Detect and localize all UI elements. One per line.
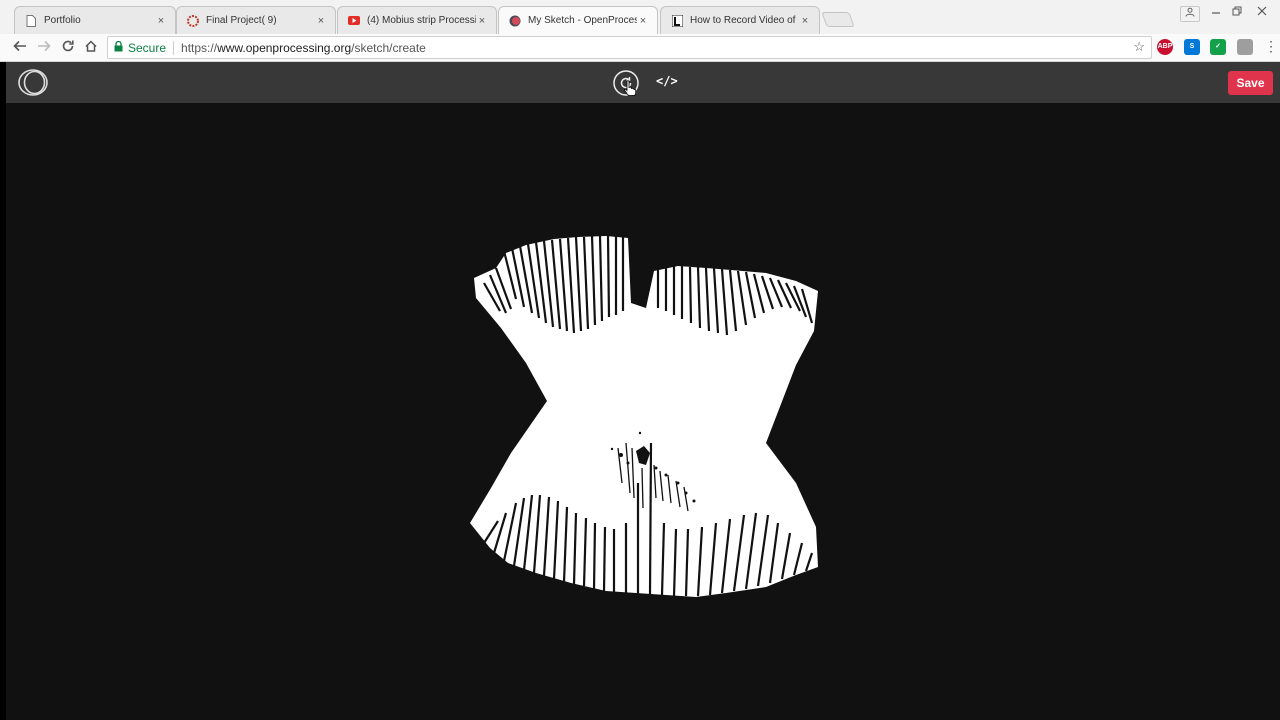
address-bar[interactable]: Secure https://www.openprocessing.org/sk… [107,36,1152,59]
tab-close-icon[interactable]: × [799,15,811,27]
grammarly-icon[interactable]: ✓ [1210,39,1226,55]
profile-icon[interactable] [1180,6,1200,22]
tab-close-icon[interactable]: × [155,15,167,27]
tab-my-sketch[interactable]: My Sketch - OpenProces × [498,6,658,34]
youtube-icon [348,15,360,27]
tab-close-icon[interactable]: × [315,15,327,27]
lock-icon [114,40,126,55]
extension-puzzle-icon[interactable] [1237,39,1253,55]
forward-icon[interactable] [34,38,54,58]
code-editor-button[interactable]: </> [656,74,678,88]
browser-menu-icon[interactable]: ⋮ [1264,38,1278,55]
back-icon[interactable] [10,38,30,58]
reload-icon[interactable] [58,38,78,58]
mobius-sketch-render [470,235,818,597]
new-tab-button[interactable] [821,12,855,27]
tab-final-project[interactable]: Final Project( 9) × [176,6,336,34]
window-close-icon[interactable] [1252,6,1272,22]
save-button[interactable]: Save [1228,71,1273,95]
tab-portfolio[interactable]: Portfolio × [14,6,176,34]
sketch-canvas[interactable] [6,103,1280,720]
secure-label: Secure [128,40,167,55]
page-icon [25,14,37,27]
home-icon[interactable] [81,38,101,58]
tab-record-video[interactable]: How to Record Video of × [660,6,820,34]
url-divider [173,40,175,55]
bookmark-star-icon[interactable]: ☆ [1133,39,1145,55]
url-path: /sketch/create [351,40,426,55]
asu-icon [187,14,199,27]
tab-mobius-strip[interactable]: (4) Mobius strip Processi × [337,6,497,34]
hand-cursor-icon [624,80,637,96]
openprocessing-icon [509,15,521,27]
adblock-icon[interactable]: ABP [1157,39,1173,55]
browser-toolbar: Secure https://www.openprocessing.org/sk… [0,34,1280,62]
tab-title: Final Project( 9) [206,15,277,26]
restore-icon[interactable] [1227,6,1247,22]
minimize-icon[interactable] [1206,6,1226,22]
tab-title: (4) Mobius strip Processi [367,15,476,26]
tab-close-icon[interactable]: × [637,15,649,27]
l-icon [671,14,683,27]
tab-title: How to Record Video of [690,15,796,26]
sketch-header: </> Save [6,62,1280,103]
url-text[interactable]: https://www.openprocessing.org/sketch/cr… [181,41,426,55]
openprocessing-page: </> Save [6,62,1280,720]
tab-close-icon[interactable]: × [476,15,488,27]
tab-title: My Sketch - OpenProces [528,15,637,26]
openprocessing-logo-icon[interactable] [18,69,48,96]
browser-tab-strip: Portfolio × Final Project( 9) × (4) Mobi… [0,0,1280,34]
url-scheme: https:// [181,40,218,55]
skype-icon[interactable]: S [1184,39,1200,55]
tab-title: Portfolio [44,15,81,26]
url-host: www.openprocessing.org [217,40,352,55]
